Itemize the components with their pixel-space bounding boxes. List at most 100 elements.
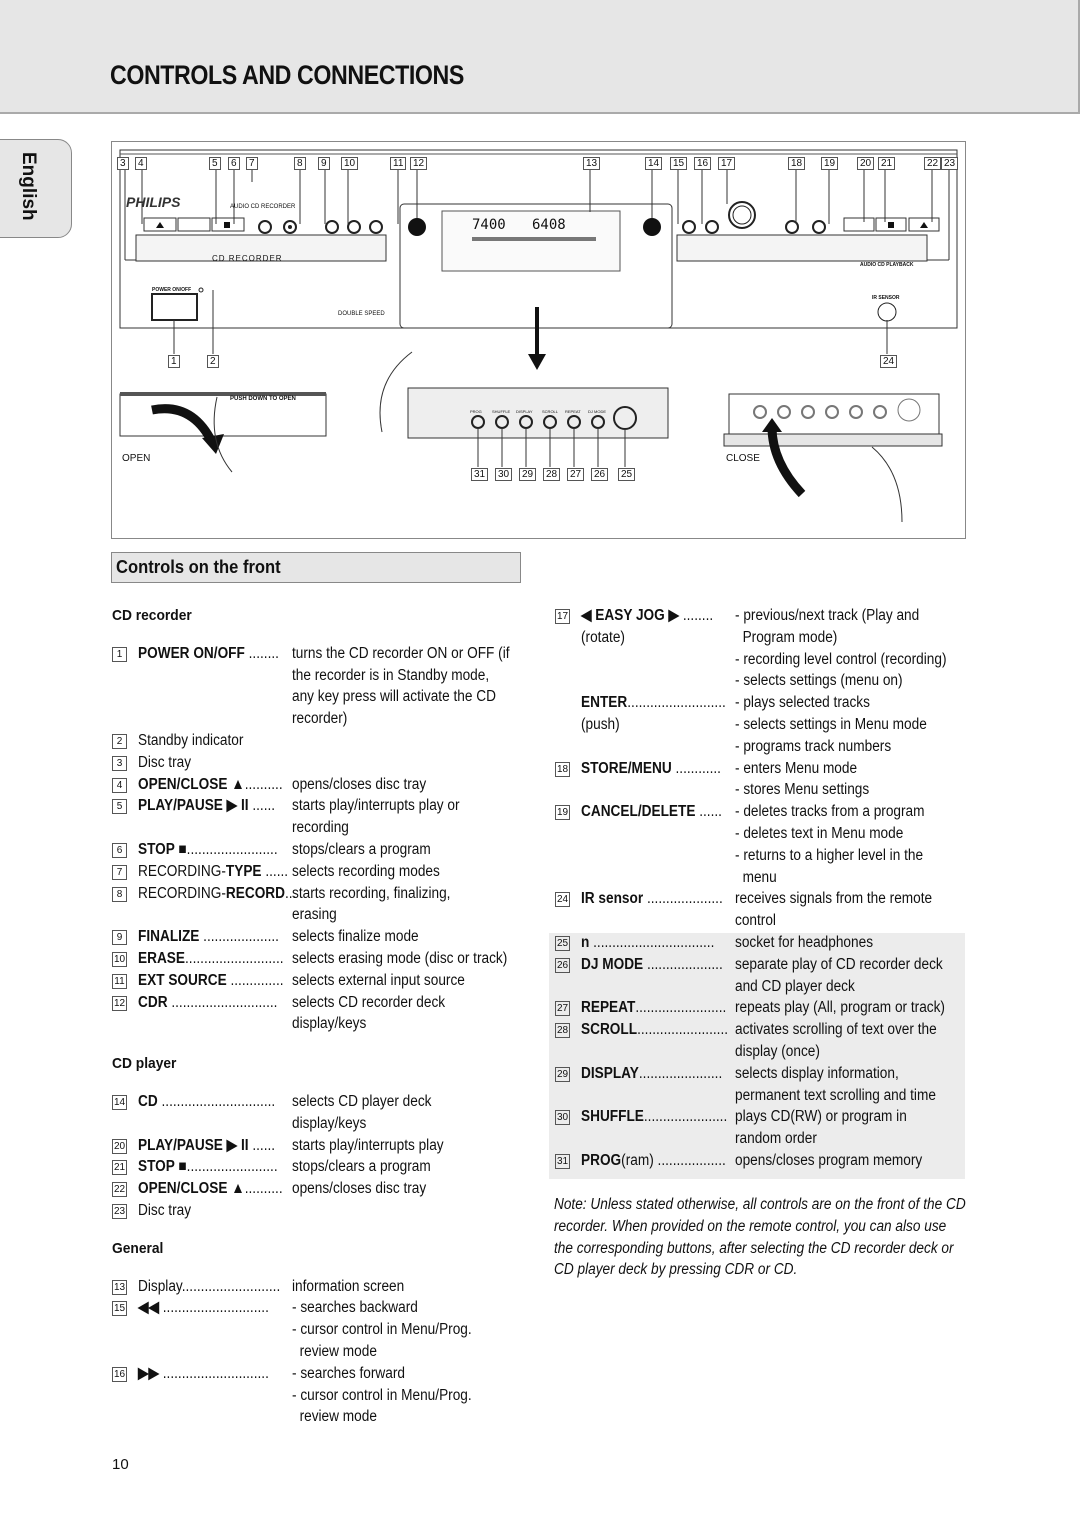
item-description-line: Program mode) xyxy=(735,628,838,646)
cd-player-heading: CD player xyxy=(112,1055,177,1073)
item-description-line: display/keys xyxy=(292,1015,367,1033)
item-name: POWER ON/OFF ........ xyxy=(138,643,279,665)
open-label: OPEN xyxy=(122,453,151,464)
item-number-badge: 8 xyxy=(112,886,127,902)
item-name: EXT SOURCE .............. xyxy=(138,970,284,992)
item-name-label: TYPE xyxy=(225,862,262,880)
right-tray-label: AUDIO CD PLAYBACK xyxy=(860,262,914,268)
callout-10: 10 xyxy=(341,157,359,170)
item-description-line: control xyxy=(735,912,776,930)
power-label: POWER ON/OFF xyxy=(152,287,192,293)
list-item: 24 IR sensor .................... receives… xyxy=(555,888,975,932)
item-description-line: any key press will activate the CD xyxy=(292,688,496,706)
callout-2: 2 xyxy=(207,355,219,368)
item-name-suffix: (ram) xyxy=(621,1151,654,1169)
left-tray-label: CD RECORDER xyxy=(212,254,283,263)
list-item: 28 SCROLL........................ activate… xyxy=(555,1019,975,1063)
item-number-badge: 17 xyxy=(555,609,570,624)
callout-20: 20 xyxy=(857,157,875,170)
cd-player-list: 14 CD .............................. selec… xyxy=(112,1091,532,1222)
item-name-label: STOP ■ xyxy=(138,1158,187,1176)
item-name-prefix: RECORDING- xyxy=(138,862,226,880)
list-item: 17 ◀ EASY JOG ▶ ........ (rotate) - previou… xyxy=(555,605,975,692)
item-name: REPEAT........................ xyxy=(581,997,726,1019)
item-number-badge: 15 xyxy=(112,1301,127,1317)
callout-25: 25 xyxy=(618,468,636,481)
list-item: 27 REPEAT........................ repeats … xyxy=(555,997,975,1019)
item-description-line: - enters Menu mode xyxy=(735,759,858,777)
item-description-line: starts play/interrupts play xyxy=(292,1136,444,1154)
item-description-line: opens/closes disc tray xyxy=(292,1180,427,1198)
callout-28: 28 xyxy=(543,468,561,481)
list-item: 8 RECORDING-RECORD... starts recording, fi… xyxy=(112,883,532,927)
callout-21: 21 xyxy=(878,157,896,170)
item-description-line: selects recording modes xyxy=(292,862,440,880)
item-description-line: socket for headphones xyxy=(735,933,874,951)
item-description-line: - selects settings in Menu mode xyxy=(735,715,927,733)
panel-label-display: DISPLAY xyxy=(516,409,533,414)
item-number-badge: 13 xyxy=(112,1279,127,1295)
item-number-badge: 2 xyxy=(112,733,127,749)
item-description-line: - deletes text in Menu mode xyxy=(735,824,904,842)
front-panel-open xyxy=(407,387,669,439)
item-name: n ................................ xyxy=(581,932,714,954)
item-description-line: - searches backward xyxy=(292,1299,418,1317)
language-tab[interactable]: English xyxy=(0,139,72,238)
leader-dots: .............. xyxy=(226,971,284,989)
item-number-badge: 22 xyxy=(112,1182,127,1198)
list-item: 6 STOP ■........................ stops/cle… xyxy=(112,839,532,861)
callout-3: 3 xyxy=(117,157,129,170)
list-item: 14 CD .............................. selec… xyxy=(112,1091,532,1135)
callout-16: 16 xyxy=(694,157,712,170)
item-name: CDR ............................ xyxy=(138,992,277,1014)
callout-22: 22 xyxy=(924,157,942,170)
item-description-line: random order xyxy=(735,1130,817,1148)
item-description-line: - cursor control in Menu/Prog. xyxy=(292,1321,472,1339)
leader-dots: .................... xyxy=(643,890,723,908)
item-number-badge: 31 xyxy=(555,1153,570,1169)
item-name-label: RECORD xyxy=(225,884,286,902)
item-name-label: REPEAT xyxy=(581,999,636,1017)
display-time-left: 7400 xyxy=(472,217,506,233)
callout-14: 14 xyxy=(645,157,663,170)
item-name-label: PLAY/PAUSE ▶ II xyxy=(138,1136,249,1154)
list-item: 2 Standby indicator xyxy=(112,730,532,752)
item-name: PROG(ram) .................. xyxy=(581,1150,726,1172)
leader-dots: .................... xyxy=(643,955,723,973)
item-description-line: separate play of CD recorder deck xyxy=(735,955,943,973)
panel-label-scroll: SCROLL xyxy=(542,409,559,414)
right-disc-tray xyxy=(676,234,928,262)
leader-dots: ........ xyxy=(679,607,714,624)
item-description-line: - recording level control (recording) xyxy=(735,650,947,668)
list-item: 19 CANCEL/DELETE ...... - deletes tracks f… xyxy=(555,801,975,888)
item-description-line: - stores Menu settings xyxy=(735,781,870,799)
callout-9: 9 xyxy=(318,157,330,170)
leader-dots: ...... xyxy=(248,1136,276,1154)
item-number-badge: 16 xyxy=(112,1366,127,1382)
item-description-line: display/keys xyxy=(292,1114,367,1132)
item-description-line: - cursor control in Menu/Prog. xyxy=(292,1386,472,1404)
item-name: ERASE.......................... xyxy=(138,948,284,970)
item-number-badge: 24 xyxy=(555,892,570,908)
item-number-badge: 21 xyxy=(112,1160,127,1176)
leader-dots: .................... xyxy=(199,928,279,946)
list-item: 18 STORE/MENU ............ - enters Menu m… xyxy=(555,758,975,802)
item-name: RECORDING-RECORD... xyxy=(138,883,296,905)
panel-label-prog: PROG xyxy=(470,409,482,414)
item-number-badge: 4 xyxy=(112,777,127,793)
item-name: SCROLL........................ xyxy=(581,1019,728,1041)
leader-dots: ........................ xyxy=(635,999,727,1017)
leader-dots: .......... xyxy=(244,1180,283,1198)
callout-24: 24 xyxy=(880,355,898,368)
item-number-badge: 30 xyxy=(555,1110,570,1126)
leader-dots: .......... xyxy=(244,775,283,793)
item-description-line: selects display information, xyxy=(735,1064,899,1082)
list-item: 25 n ................................ sock… xyxy=(555,932,975,954)
item-name-label: OPEN/CLOSE ▲ xyxy=(138,1180,245,1198)
item-name-label: Disc tray xyxy=(138,753,192,771)
item-name-label: ◀◀ xyxy=(138,1299,159,1317)
item-description-line: starts recording, finalizing, xyxy=(292,884,451,902)
list-item: 7 RECORDING-TYPE ...... selects recording … xyxy=(112,861,532,883)
general-heading: General xyxy=(112,1239,164,1257)
callout-17: 17 xyxy=(718,157,736,170)
